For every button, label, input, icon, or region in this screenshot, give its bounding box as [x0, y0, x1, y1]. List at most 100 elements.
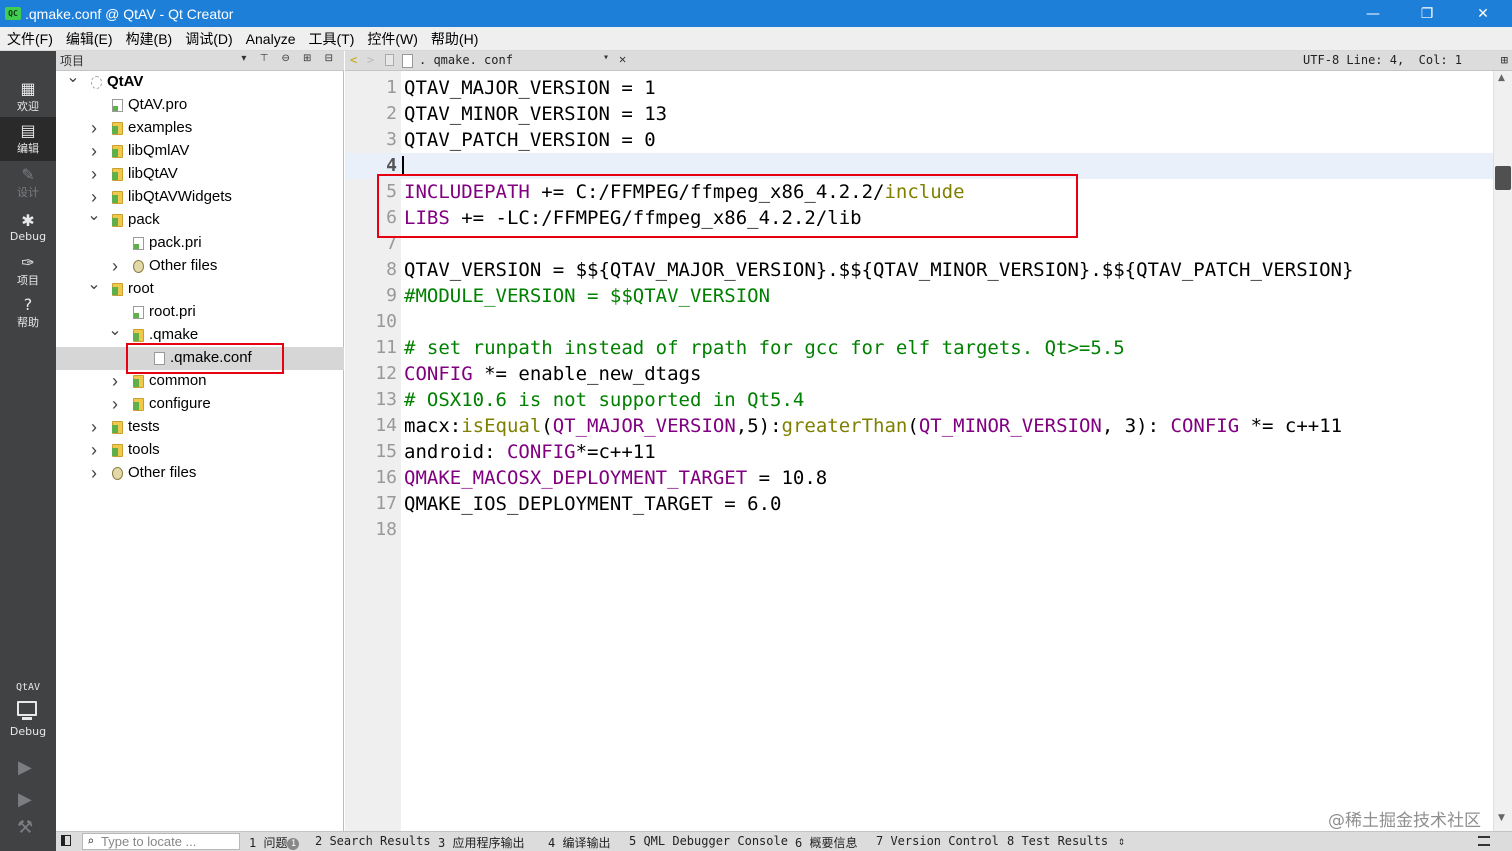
tab-general-messages[interactable]: 6 概要信息 — [795, 834, 857, 851]
menu-widgets[interactable]: 控件(W) — [360, 29, 424, 49]
open-file-name[interactable]: . qmake. conf — [419, 53, 513, 67]
output-pane-toggle-icon[interactable] — [1478, 836, 1490, 846]
menu-file[interactable]: 文件(F) — [0, 29, 59, 49]
tab-compile-output[interactable]: 4 编译输出 — [548, 834, 610, 851]
mode-design[interactable]: ✎ 设计 — [0, 161, 56, 205]
code-line[interactable]: 15 android: CONFIG*=c++11 — [345, 439, 1493, 465]
mode-edit[interactable]: ▤ 编辑 — [0, 117, 56, 161]
close-window-button[interactable]: ✕ — [1460, 0, 1506, 27]
chevron-down-icon[interactable]: ⌄ — [66, 67, 80, 87]
chevron-right-icon[interactable]: › — [108, 371, 122, 391]
forward-arrow-icon[interactable]: > — [367, 53, 374, 67]
chevron-right-icon[interactable]: › — [87, 417, 101, 437]
tab-version-control[interactable]: 7 Version Control — [876, 834, 999, 848]
tree-item[interactable]: root.pri — [56, 301, 344, 324]
chevron-right-icon[interactable]: › — [87, 463, 101, 483]
back-arrow-icon[interactable]: < — [350, 53, 357, 67]
tree-item[interactable]: › libQtAV — [56, 163, 344, 186]
panel-tools-icons[interactable]: ▾ ⊤ ⊖ ⊞ ⊟ — [241, 53, 338, 64]
cursor-status[interactable]: UTF-8 Line: 4, Col: 1 — [1303, 53, 1462, 67]
scrollbar-thumb[interactable] — [1495, 166, 1511, 190]
tree-item[interactable]: › examples — [56, 117, 344, 140]
tree-item[interactable]: › tests — [56, 416, 344, 439]
more-tabs-icon[interactable]: ⇕ — [1118, 834, 1125, 848]
scroll-down-icon[interactable]: ▼ — [1498, 813, 1505, 823]
build-hammer-icon[interactable]: ⚒ — [17, 817, 33, 838]
code-line[interactable]: 11 # set runpath instead of rpath for gcc… — [345, 335, 1493, 361]
tree-item[interactable]: QtAV.pro — [56, 94, 344, 117]
toggle-sidebar-icon[interactable] — [61, 835, 71, 846]
menu-edit[interactable]: 编辑(E) — [59, 29, 119, 49]
chevron-right-icon[interactable]: › — [87, 141, 101, 161]
chevron-down-icon[interactable]: ⌄ — [108, 320, 122, 340]
tree-item[interactable]: › libQmlAV — [56, 140, 344, 163]
code-line[interactable]: 16 QMAKE_MACOSX_DEPLOYMENT_TARGET = 10.8 — [345, 465, 1493, 491]
chevron-right-icon[interactable]: › — [87, 440, 101, 460]
tab-qml-debugger-console[interactable]: 5 QML Debugger Console — [629, 834, 788, 848]
tree-item-label: QtAV.pro — [128, 96, 188, 113]
folder-icon — [112, 214, 123, 227]
chevron-right-icon[interactable]: › — [87, 164, 101, 184]
qt-creator-logo-icon: QC — [5, 7, 21, 20]
mode-welcome[interactable]: ▦ 欢迎 — [0, 75, 56, 119]
tree-item-label: tools — [128, 441, 160, 458]
code-line[interactable]: 2 QTAV_MINOR_VERSION = 13 — [345, 101, 1493, 127]
menu-debug[interactable]: 调试(D) — [178, 29, 238, 49]
debug-run-icon[interactable]: ▶ — [18, 789, 32, 810]
mode-debug[interactable]: ✱ Debug — [0, 205, 56, 249]
tree-item[interactable]: ⌄ root — [56, 276, 344, 301]
line-col-label[interactable]: Line: 4, Col: 1 — [1346, 53, 1462, 67]
tab-search-results[interactable]: 2 Search Results — [315, 834, 431, 848]
scroll-up-icon[interactable]: ▲ — [1498, 73, 1505, 83]
help-icon: ? — [23, 295, 33, 314]
code-line[interactable]: 17 QMAKE_IOS_DEPLOYMENT_TARGET = 6.0 — [345, 491, 1493, 517]
split-view-icon[interactable]: ⊞ — [1501, 53, 1508, 67]
tree-item[interactable]: pack.pri — [56, 232, 344, 255]
chevron-right-icon[interactable]: › — [87, 118, 101, 138]
chevron-right-icon[interactable]: › — [87, 187, 101, 207]
code-line[interactable]: 8 QTAV_VERSION = $${QTAV_MAJOR_VERSION}.$… — [345, 257, 1493, 283]
code-line[interactable]: 9 #MODULE_VERSION = $$QTAV_VERSION — [345, 283, 1493, 309]
tab-application-output[interactable]: 3 应用程序输出 — [438, 834, 524, 851]
mode-projects[interactable]: ✑ 项目 — [0, 249, 56, 293]
run-icon[interactable]: ▶ — [18, 757, 32, 778]
code-line[interactable]: 3 QTAV_PATCH_VERSION = 0 — [345, 127, 1493, 153]
monitor-icon[interactable] — [17, 701, 37, 716]
tab-test-results[interactable]: 8 Test Results — [1007, 834, 1108, 848]
chevron-down-icon[interactable]: ⌄ — [87, 274, 101, 294]
maximize-button[interactable]: ❐ — [1404, 0, 1450, 27]
code-line[interactable]: 14 macx:isEqual(QT_MAJOR_VERSION,5):great… — [345, 413, 1493, 439]
code-line[interactable]: 18 — [345, 517, 1493, 543]
tree-item[interactable]: ⌄ pack — [56, 207, 344, 232]
close-document-icon[interactable]: ✕ — [619, 52, 626, 66]
code-line[interactable]: 13 # OSX10.6 is not supported in Qt5.4 — [345, 387, 1493, 413]
tree-item[interactable]: › Other files — [56, 462, 344, 485]
code-line[interactable]: 1 QTAV_MAJOR_VERSION = 1 — [345, 75, 1493, 101]
mode-help[interactable]: ? 帮助 — [0, 291, 56, 335]
menu-build[interactable]: 构建(B) — [119, 29, 179, 49]
minimize-button[interactable]: — — [1350, 0, 1396, 27]
encoding-label[interactable]: UTF-8 — [1303, 53, 1339, 67]
chevron-right-icon[interactable]: › — [108, 394, 122, 414]
menu-help[interactable]: 帮助(H) — [424, 29, 484, 49]
chevron-right-icon[interactable]: › — [108, 256, 122, 276]
menu-tools[interactable]: 工具(T) — [301, 29, 360, 49]
editor-toolbar: < > . qmake. conf ▾ ✕ UTF-8 Line: 4, Col… — [345, 51, 1512, 71]
tree-item[interactable]: › tools — [56, 439, 344, 462]
locator[interactable]: ⌕ — [82, 833, 240, 850]
tree-item[interactable]: › configure — [56, 393, 344, 416]
line-number: 11 — [375, 337, 397, 358]
menu-analyze[interactable]: Analyze — [239, 31, 302, 47]
folder-icon — [112, 168, 123, 181]
tree-item[interactable]: ⌄ QtAV — [56, 69, 344, 94]
locator-input[interactable] — [101, 834, 237, 849]
chevron-down-icon[interactable]: ⌄ — [87, 205, 101, 225]
code-text: QMAKE_IOS_DEPLOYMENT_TARGET = 6.0 — [404, 493, 782, 515]
chevron-down-icon[interactable]: ▾ — [603, 52, 609, 63]
editor-vertical-scrollbar[interactable]: ▲ ▼ — [1493, 71, 1512, 831]
tab-issues[interactable]: 1 问题 1 — [249, 834, 300, 851]
monitor-stand — [22, 717, 32, 720]
code-line[interactable]: 10 — [345, 309, 1493, 335]
code-line[interactable]: 12 CONFIG *= enable_new_dtags — [345, 361, 1493, 387]
line-number: 13 — [375, 389, 397, 410]
